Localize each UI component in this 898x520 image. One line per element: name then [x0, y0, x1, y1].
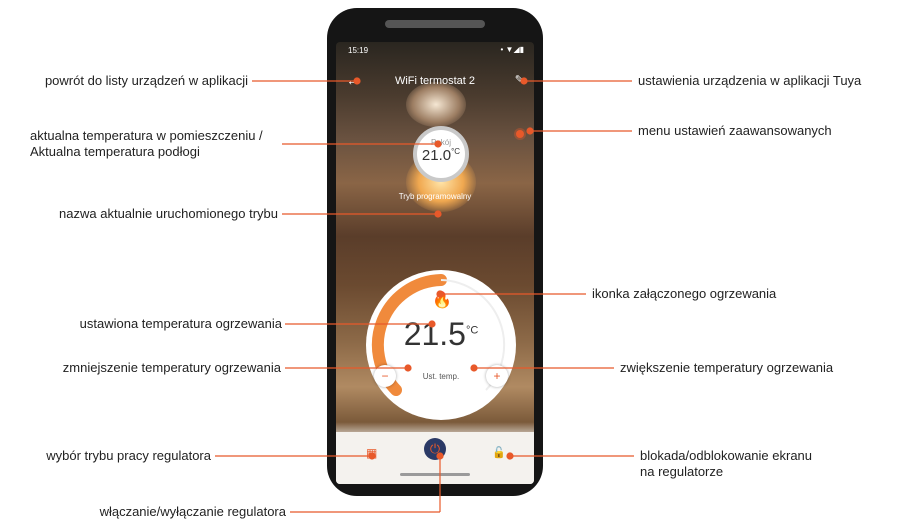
callout-mode-select: wybór trybu pracy regulatora — [46, 448, 211, 463]
callout-room-temp: aktualna temperatura w pomieszczeniu / A… — [30, 128, 278, 160]
callout-lock-line2: na regulatorze — [640, 464, 724, 479]
callout-room-temp-line1: aktualna temperatura w pomieszczeniu / — [30, 128, 263, 143]
callout-power: włączanie/wyłączanie regulatora — [99, 504, 286, 519]
callout-increase: zwiększenie temperatury ogrzewania — [620, 360, 834, 375]
callout-heating-icon: ikonka załączonego ogrzewania — [592, 286, 777, 301]
callout-set-temp: ustawiona temperatura ogrzewania — [79, 316, 282, 331]
callout-lock: blokada/odblokowanie ekranu na regulator… — [640, 448, 812, 480]
callout-mode: nazwa aktualnie uruchomionego trybu — [59, 206, 278, 221]
callout-advanced: menu ustawień zaawansowanych — [638, 123, 832, 138]
callout-room-temp-line2: Aktualna temperatura podłogi — [30, 144, 200, 159]
callout-decrease: zmniejszenie temperatury ogrzewania — [62, 360, 281, 375]
callout-settings: ustawienia urządzenia w aplikacji Tuya — [638, 73, 862, 88]
callout-back: powrót do listy urządzeń w aplikacji — [44, 73, 248, 88]
callout-lock-line1: blokada/odblokowanie ekranu — [640, 448, 813, 463]
